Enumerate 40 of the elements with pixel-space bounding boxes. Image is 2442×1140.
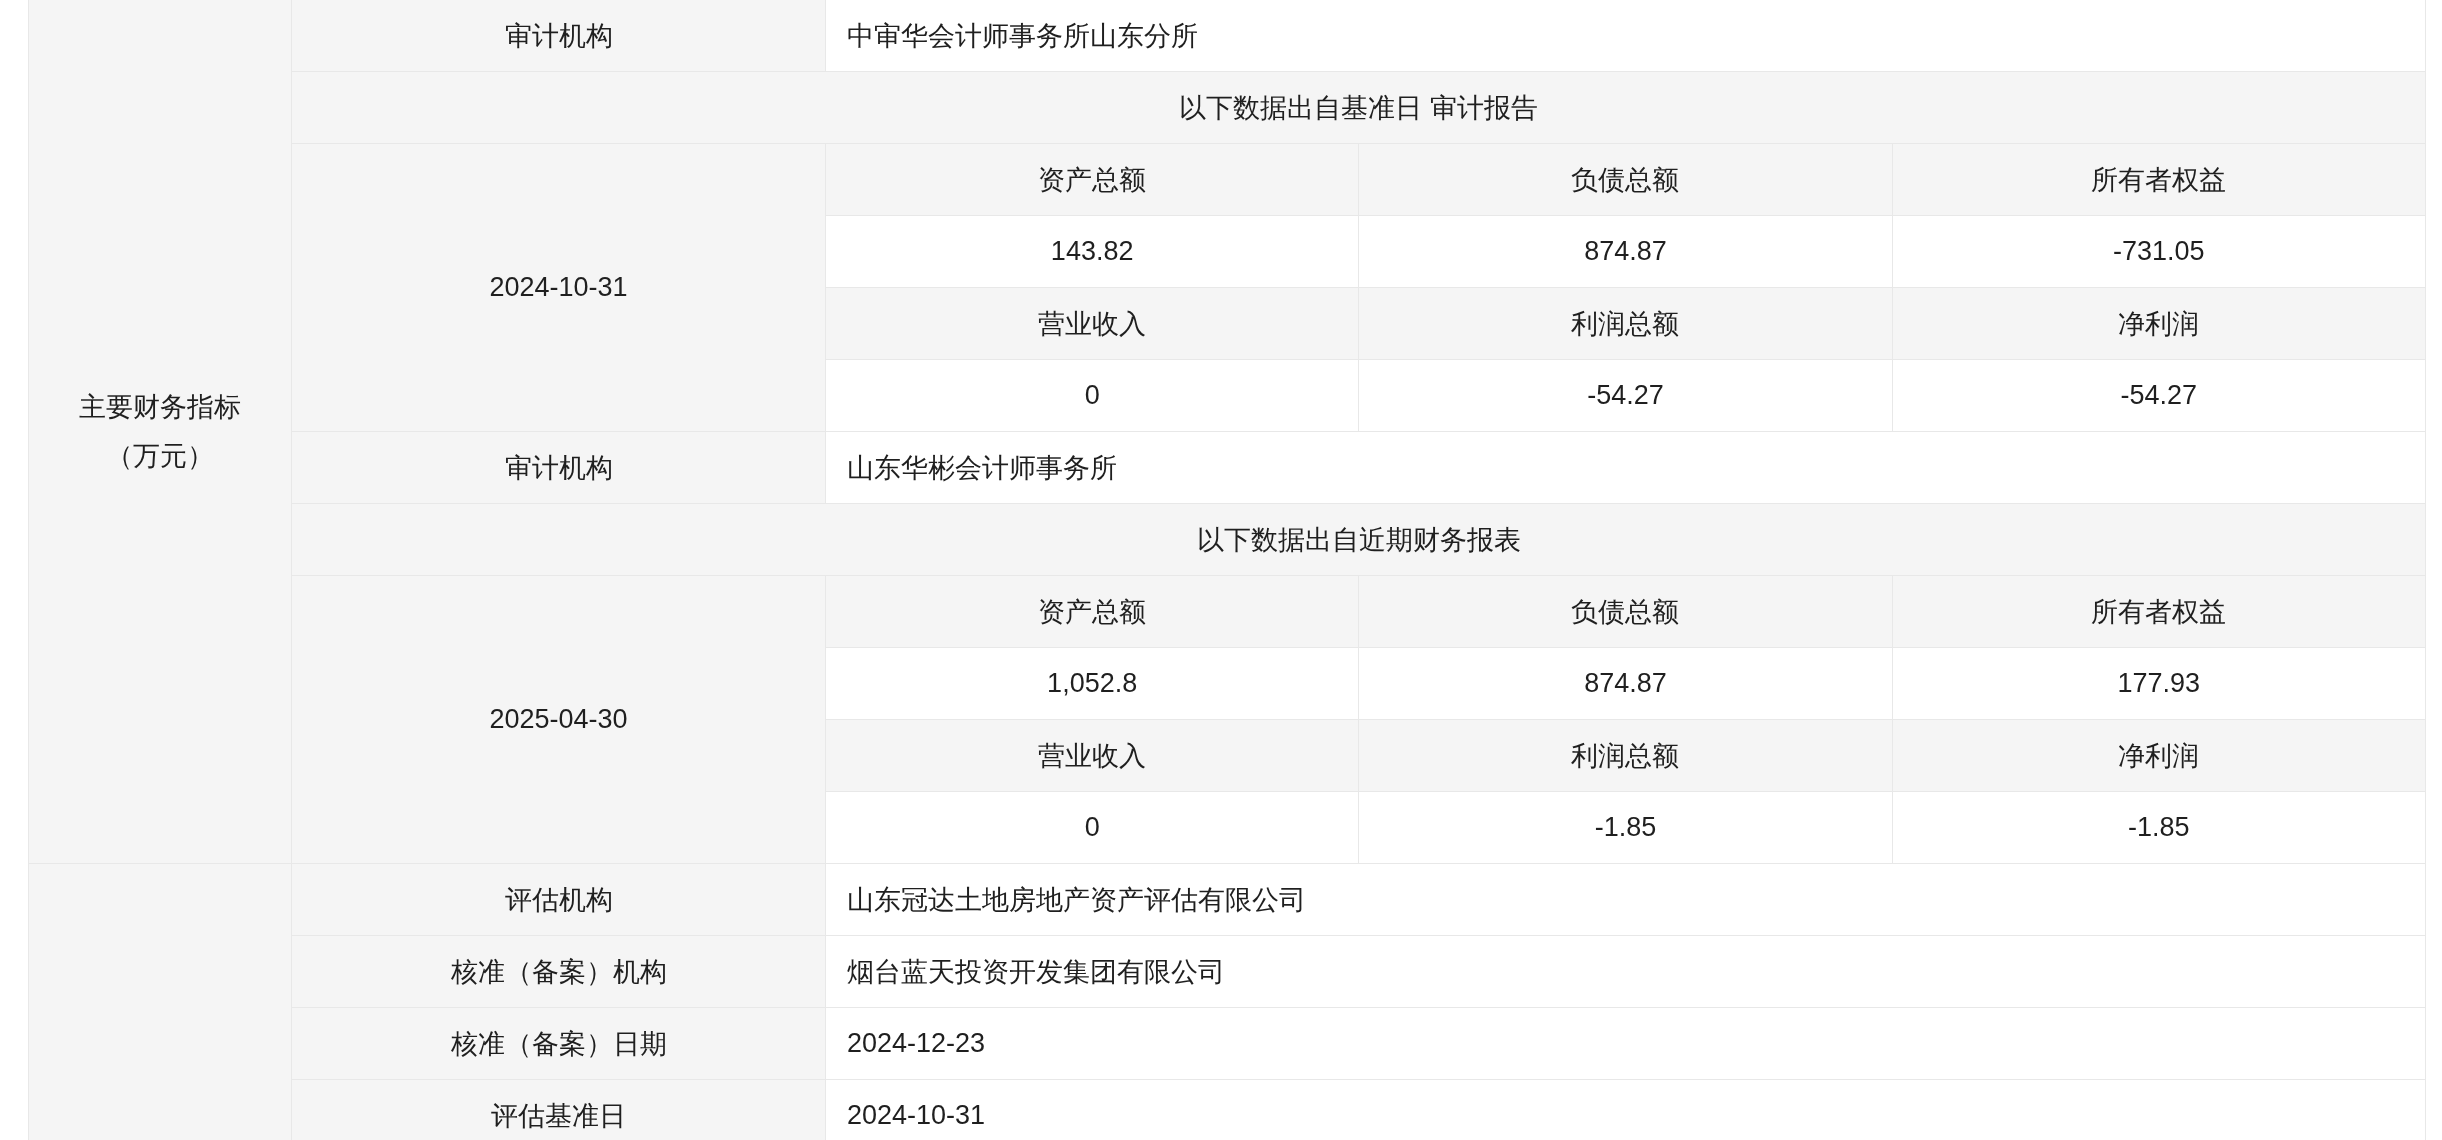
table-cell: 评估基准日 — [292, 1080, 826, 1140]
table-cell: 山东华彬会计师事务所 — [826, 432, 2426, 504]
table-cell: 资产总额 — [826, 144, 1360, 216]
table-cell: 0 — [826, 792, 1360, 864]
table-cell: 874.87 — [1359, 216, 1893, 288]
table-cell: 负债总额 — [1359, 576, 1893, 648]
table-cell: 负债总额 — [1359, 144, 1893, 216]
table-cell: 2024-12-23 — [826, 1008, 2426, 1080]
table-cell: 2025-04-30 — [292, 576, 826, 864]
table-cell: 0 — [826, 360, 1360, 432]
table-cell: 山东冠达土地房地产资产评估有限公司 — [826, 864, 2426, 936]
table-cell: 核准（备案）日期 — [292, 1008, 826, 1080]
table-cell: 所有者权益 — [1892, 576, 2426, 648]
table-cell: 1,052.8 — [826, 648, 1360, 720]
table-cell: 资产总额 — [826, 576, 1360, 648]
table-cell: 以下数据出自近期财务报表 — [292, 504, 2426, 576]
table-cell: 2024-10-31 — [292, 144, 826, 432]
table-cell: 利润总额 — [1359, 720, 1893, 792]
table-cell: -54.27 — [1892, 360, 2426, 432]
table-cell: 审计机构 — [292, 432, 826, 504]
table-cell: 874.87 — [1359, 648, 1893, 720]
table-cell: 烟台蓝天投资开发集团有限公司 — [826, 936, 2426, 1008]
table-cell: 净利润 — [1892, 288, 2426, 360]
section-label-cell: 主要财务指标（万元） — [29, 0, 292, 864]
table-cell: 评估机构 — [292, 864, 826, 936]
table-cell: 177.93 — [1892, 648, 2426, 720]
table-cell: -54.27 — [1359, 360, 1893, 432]
table-cell: -1.85 — [1892, 792, 2426, 864]
table-cell: 净利润 — [1892, 720, 2426, 792]
table-cell: -731.05 — [1892, 216, 2426, 288]
table-cell: -1.85 — [1359, 792, 1893, 864]
table-cell: 核准（备案）机构 — [292, 936, 826, 1008]
table-cell: 审计机构 — [292, 0, 826, 72]
table-cell: 利润总额 — [1359, 288, 1893, 360]
table-cell: 143.82 — [826, 216, 1360, 288]
table-cell: 以下数据出自基准日 审计报告 — [292, 72, 2426, 144]
table-cell: 营业收入 — [826, 288, 1360, 360]
table-cell: 所有者权益 — [1892, 144, 2426, 216]
table-cell: 营业收入 — [826, 720, 1360, 792]
table-cell: 中审华会计师事务所山东分所 — [826, 0, 2426, 72]
